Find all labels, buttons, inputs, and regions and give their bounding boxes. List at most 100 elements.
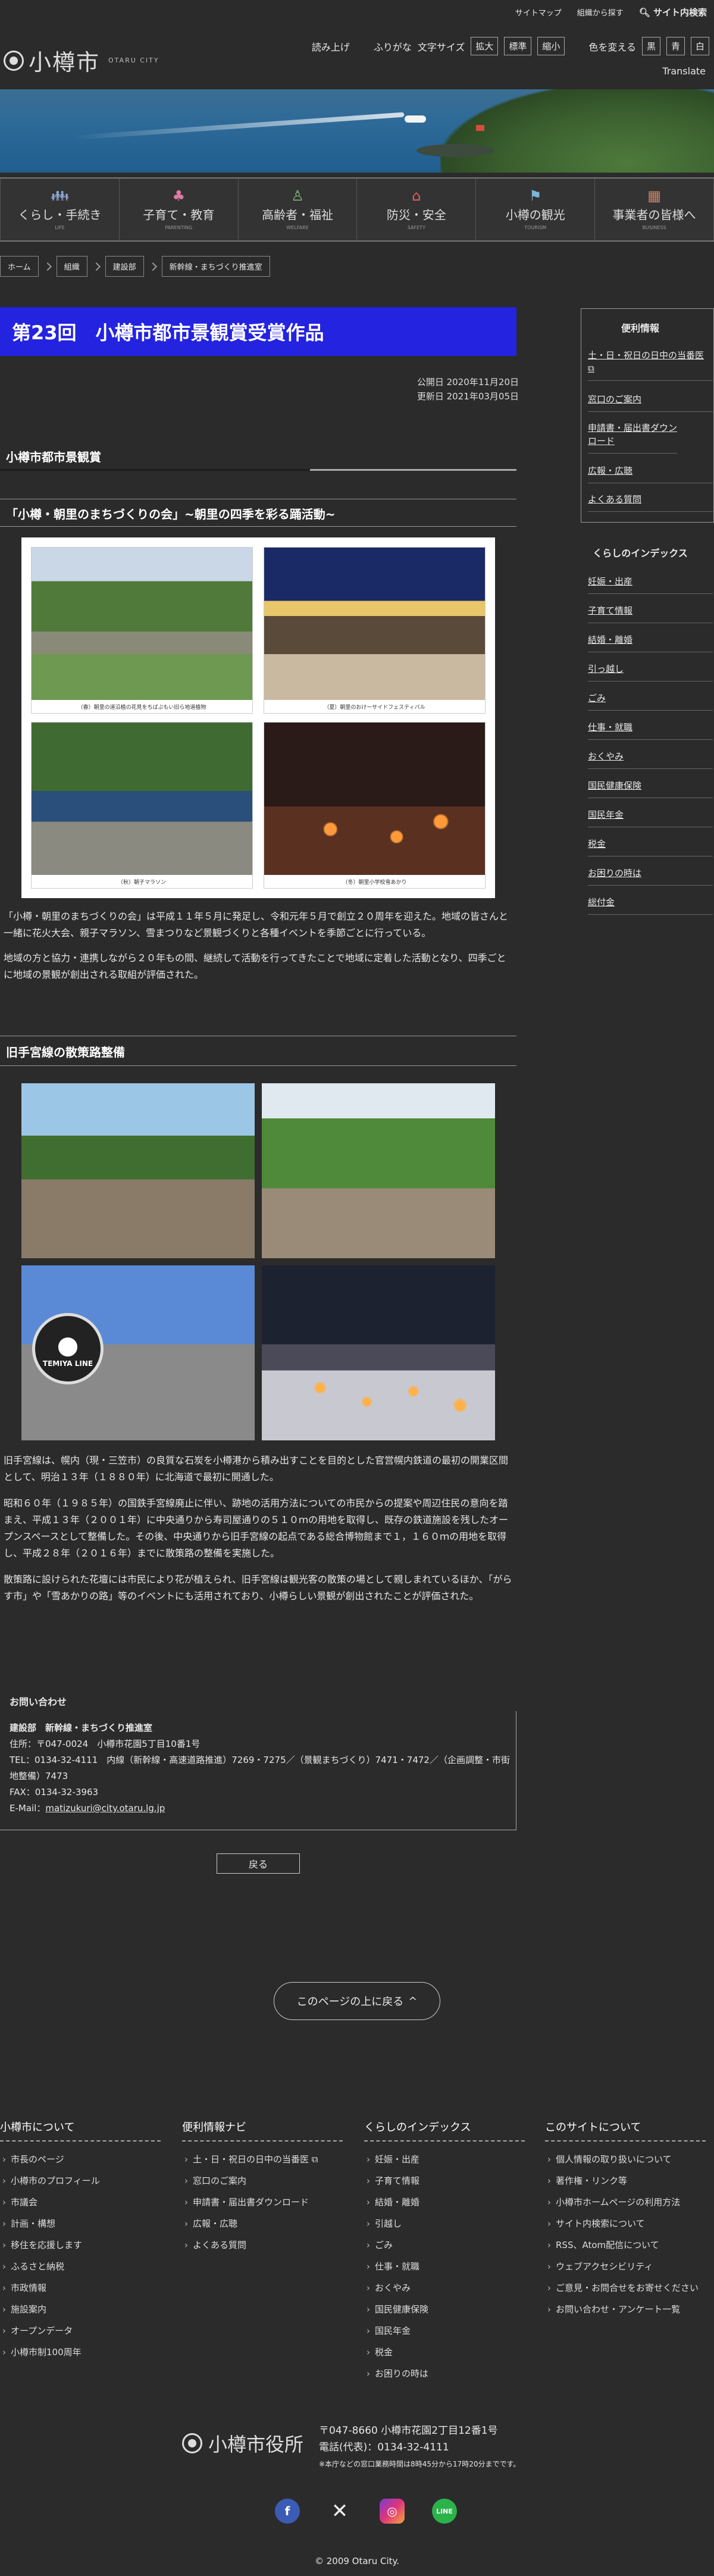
read-aloud-button[interactable]: 読み上げ	[312, 39, 350, 54]
sidebar-index-item[interactable]: 引っ越し	[588, 662, 713, 681]
footer-link[interactable]: おくやみ	[364, 2277, 537, 2299]
sidebar-item-holiday-doctor[interactable]: 土・日・祝日の日中の当番医 ⧉	[588, 349, 713, 381]
footer-link[interactable]: 妊娠・出産	[364, 2149, 537, 2170]
footer-link[interactable]: 移住を応援します	[0, 2234, 173, 2256]
sidebar-index-item[interactable]: 国民健康保険	[588, 779, 713, 798]
footer-link[interactable]: ごみ	[364, 2234, 537, 2256]
chevron-right-icon	[43, 262, 52, 271]
sidebar-item-counter[interactable]: 窓口のご案内	[588, 393, 713, 412]
breadcrumb-construction[interactable]: 建設部	[105, 256, 144, 277]
category-tourism[interactable]: ⚑ 小樽の観光 TOURISM	[476, 179, 596, 240]
footer-link[interactable]: ご意見・お問合せをお寄せください	[545, 2277, 714, 2299]
org-search-link[interactable]: 組織から探す	[577, 7, 624, 18]
chevron-up-icon: ^	[408, 1994, 418, 2008]
footer-link[interactable]: サイト内検索について	[545, 2213, 714, 2234]
category-sub: TOURISM	[524, 225, 547, 230]
color-blue-button[interactable]: 青	[666, 37, 685, 55]
footer-link[interactable]: 国民年金	[364, 2320, 537, 2341]
category-sub: LIFE	[55, 225, 65, 230]
footer-link[interactable]: オープンデータ	[0, 2320, 173, 2341]
footer-link[interactable]: よくある質問	[182, 2234, 355, 2256]
footer-link[interactable]: 著作権・リンク等	[545, 2170, 714, 2192]
breadcrumb-home[interactable]: ホーム	[0, 256, 39, 277]
footer-link[interactable]: ウェブアクセシビリティ	[545, 2256, 714, 2277]
category-parenting[interactable]: ♣︎ 子育て・教育 PARENTING	[120, 179, 239, 240]
city-emblem-icon	[182, 2433, 202, 2453]
temiya-sign-icon: ● TEMIYA LINE	[32, 1313, 104, 1384]
footer-link[interactable]: 申請書・届出書ダウンロード	[182, 2192, 355, 2213]
body-paragraph: 散策路に設けられた花壇には市民により花が植えられ、旧手宮線は観光客の散策の場とし…	[4, 1574, 512, 1602]
category-sub: PARENTING	[165, 225, 193, 230]
footer-address-line: 〒047-8660 小樽市花園2丁目12番1号	[319, 2425, 498, 2437]
sidebar-index-item[interactable]: 総付金	[588, 896, 713, 915]
site-logo[interactable]: 小樽市 OTARU CITY	[4, 44, 159, 77]
subheading: 旧手宮線の散策路整備	[6, 1045, 125, 1059]
facebook-icon[interactable]: f	[275, 2499, 300, 2524]
instagram-icon[interactable]: ◎	[380, 2499, 405, 2524]
footer-address: 〒047-8660 小樽市花園2丁目12番1号 電話(代表)：0134-32-4…	[319, 2422, 520, 2472]
footer-link[interactable]: 計画・構想	[0, 2213, 173, 2234]
breadcrumb-dept[interactable]: 新幹線・まちづくり推進室	[161, 256, 270, 277]
footer-link[interactable]: 窓口のご案内	[182, 2170, 355, 2192]
color-white-button[interactable]: 白	[690, 37, 709, 55]
category-business[interactable]: ▦ 事業者の皆様へ BUSINESS	[595, 179, 714, 240]
site-search-link[interactable]: 🔍︎ サイト内検索	[639, 6, 707, 18]
breadcrumb-org[interactable]: 組織	[56, 256, 87, 277]
sidebar-index-item[interactable]: 妊娠・出産	[588, 575, 713, 594]
footer-link[interactable]: お困りの時は	[364, 2363, 537, 2384]
footer-link[interactable]: 広報・広聴	[182, 2213, 355, 2234]
footer-link[interactable]: 施設案内	[0, 2299, 173, 2320]
font-enlarge-button[interactable]: 拡大	[471, 37, 499, 55]
category-welfare[interactable]: ♙︎ 高齢者・福祉 WELFARE	[239, 179, 358, 240]
footer-link[interactable]: 土・日・祝日の日中の当番医 ⧉	[182, 2149, 355, 2170]
footer-link[interactable]: 市長のページ	[0, 2149, 173, 2170]
line-icon[interactable]: LINE	[432, 2499, 457, 2524]
back-to-top-button[interactable]: このページの上に戻る ^	[274, 1982, 440, 2020]
sidebar-index-item[interactable]: おくやみ	[588, 750, 713, 769]
footer-link[interactable]: 小樽市ホームページの利用方法	[545, 2192, 714, 2213]
category-safety[interactable]: ⌂ 防災・安全 SAFETY	[357, 179, 477, 240]
category-life[interactable]: 👪︎ くらし・手続き LIFE	[0, 179, 120, 240]
footer-link[interactable]: RSS、Atom配信について	[545, 2234, 714, 2256]
footer-link[interactable]: 市政情報	[0, 2277, 173, 2299]
font-shrink-button[interactable]: 縮小	[537, 37, 565, 55]
logo-text: 小樽市	[29, 49, 101, 76]
category-sub: WELFARE	[286, 225, 309, 230]
person-icon: 👪︎	[51, 187, 69, 204]
color-black-button[interactable]: 黒	[641, 37, 660, 55]
footer-link[interactable]: 税金	[364, 2341, 537, 2363]
footer-link[interactable]: 仕事・就職	[364, 2256, 537, 2277]
updated-date: 更新日 2021年03月05日	[416, 391, 519, 402]
sidebar-index-item[interactable]: 税金	[588, 837, 713, 856]
footer-link[interactable]: 個人情報の取り扱いについて	[545, 2149, 714, 2170]
footer-link[interactable]: 子育て情報	[364, 2170, 537, 2192]
sidebar-index-item[interactable]: ごみ	[588, 692, 713, 711]
city-emblem-icon	[4, 50, 24, 71]
translate-link[interactable]: Translate	[662, 65, 706, 77]
contact-mail-link[interactable]: matizukuri@city.otaru.lg.jp	[45, 1803, 165, 1814]
sidebar-item-forms[interactable]: 申請書・届出書ダウンロード	[588, 421, 677, 454]
photo-grid-temiya: ● TEMIYA LINE	[21, 1083, 495, 1440]
sidebar-item-pr[interactable]: 広報・広聴	[588, 464, 713, 483]
footer-link[interactable]: 市議会	[0, 2192, 173, 2213]
sidebar-index-item[interactable]: お困りの時は	[588, 867, 713, 886]
footer-link[interactable]: お問い合わせ・アンケート一覧	[545, 2299, 714, 2320]
sidebar-index-item[interactable]: 仕事・就職	[588, 721, 713, 740]
back-button[interactable]: 戻る	[217, 1853, 300, 1874]
sitemap-link[interactable]: サイトマップ	[515, 7, 562, 18]
body-paragraph: 「小樽・朝里のまちづくりの会」は平成１１年５月に発足し、令和元年５月で創立２０周…	[4, 911, 509, 939]
footer-logo-text: 小樽市役所	[208, 2433, 304, 2456]
footer-link[interactable]: 結婚・離婚	[364, 2192, 537, 2213]
footer-link[interactable]: 小樽市制100周年	[0, 2341, 173, 2363]
sidebar-item-faq[interactable]: よくある質問	[588, 493, 713, 512]
furigana-button[interactable]: ふりがな	[374, 39, 412, 54]
sidebar-index-item[interactable]: 子育て情報	[588, 604, 713, 623]
footer-link[interactable]: 国民健康保険	[364, 2299, 537, 2320]
footer-link[interactable]: 引越し	[364, 2213, 537, 2234]
sidebar-index-item[interactable]: 国民年金	[588, 808, 713, 827]
sidebar-index-item[interactable]: 結婚・離婚	[588, 633, 713, 652]
x-twitter-icon[interactable]: ✕	[327, 2499, 352, 2524]
footer-link[interactable]: 小樽市のプロフィール	[0, 2170, 173, 2192]
font-standard-button[interactable]: 標準	[504, 37, 532, 55]
footer-link[interactable]: ふるさと納税	[0, 2256, 173, 2277]
